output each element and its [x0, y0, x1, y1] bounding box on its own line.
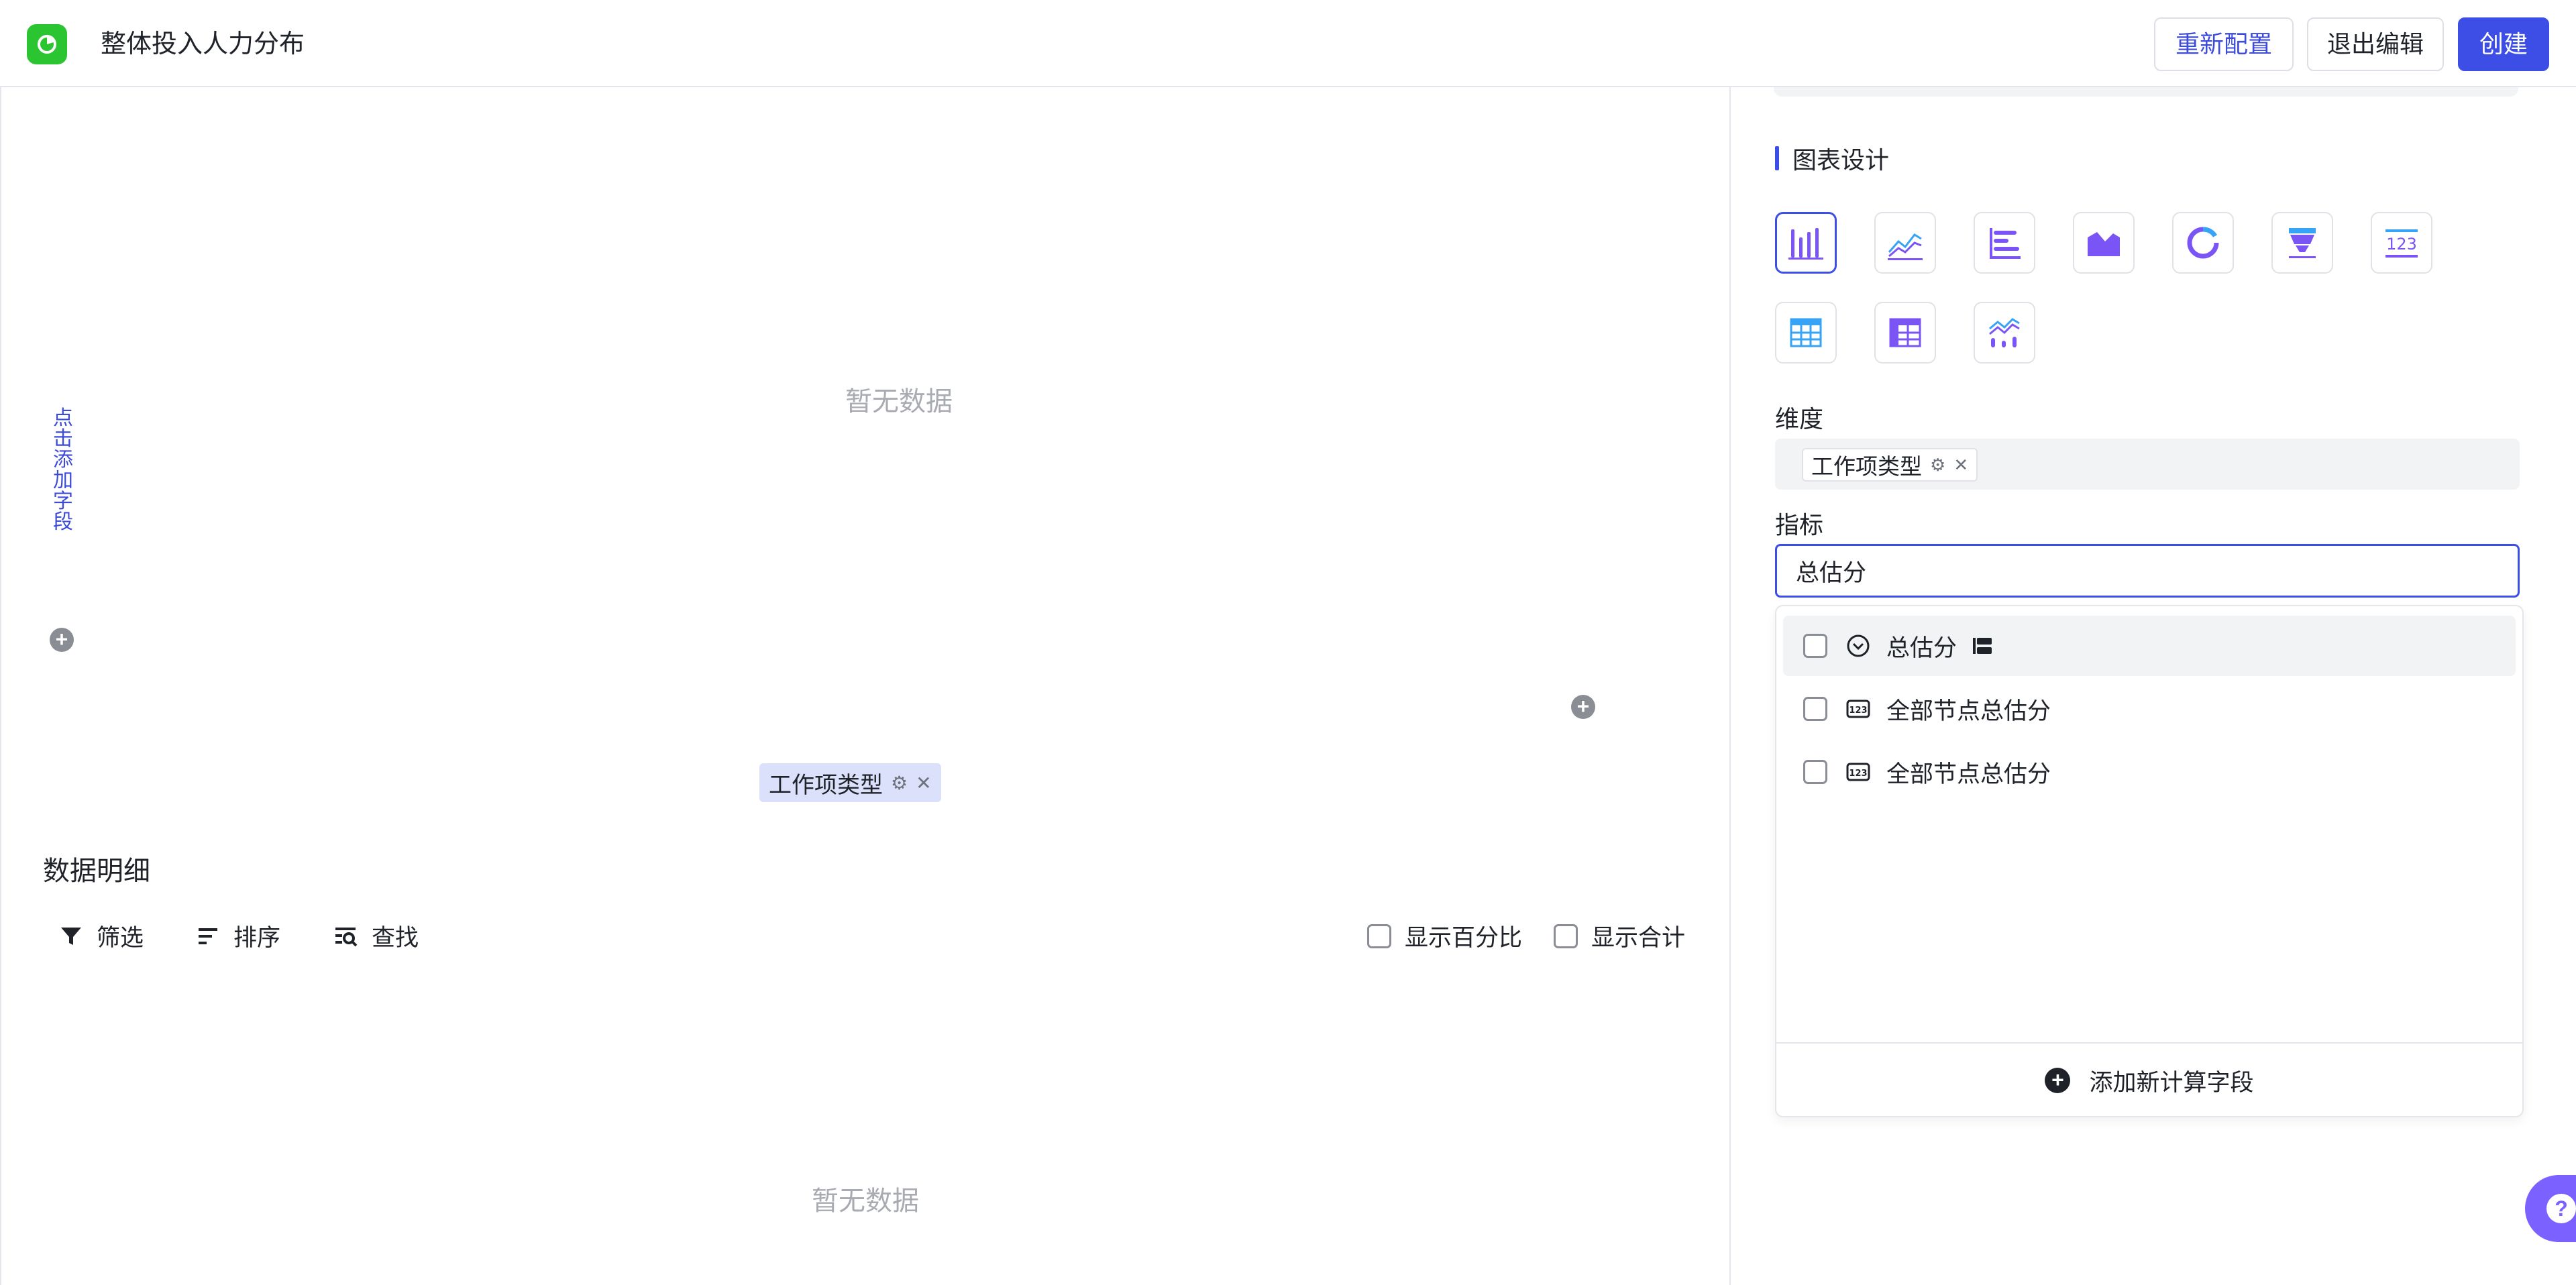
add-y-field-plus-icon[interactable]: + — [50, 628, 74, 652]
sort-button[interactable]: 排序 — [195, 919, 280, 953]
show-total-toggle[interactable]: 显示合计 — [1554, 919, 1685, 953]
bar-chart-icon[interactable] — [1775, 212, 1837, 274]
filter-button[interactable]: 筛选 — [58, 919, 144, 953]
funnel-chart-icon[interactable] — [2271, 212, 2333, 274]
line-chart-icon[interactable] — [1874, 212, 1936, 274]
option-label: 全部节点总估分 — [1886, 697, 2051, 724]
page-title: 整体投入人力分布 — [101, 30, 305, 58]
find-button[interactable]: 查找 — [333, 919, 419, 953]
metric-option[interactable]: 总估分 — [1783, 616, 2516, 676]
metric-option[interactable]: 123 全部节点总估分 — [1783, 679, 2516, 739]
group-icon — [1970, 634, 1994, 658]
option-checkbox[interactable] — [1803, 634, 1827, 658]
metric-label: 指标 — [1775, 511, 1824, 539]
dimension-dropzone[interactable]: 工作项类型 ⚙ ✕ — [1775, 439, 2520, 490]
chart-design-title: 图表设计 — [1792, 146, 1890, 174]
reconfigure-button[interactable]: 重新配置 — [2154, 17, 2294, 71]
dimension-label: 维度 — [1775, 405, 1824, 433]
select-field-icon — [1845, 632, 1872, 659]
option-label: 总估分 — [1886, 634, 1957, 661]
x-axis-field-label: 工作项类型 — [769, 772, 883, 798]
number-field-icon: 123 — [1845, 695, 1872, 722]
option-label: 全部节点总估分 — [1886, 761, 2051, 787]
chart-preview-pane: 暂无数据 点击添加字段 + 工作项类型 ⚙ ✕ + 数据明细 筛选 排序 查找 … — [0, 87, 1731, 1285]
metric-option[interactable]: 123 全部节点总估分 — [1783, 742, 2516, 802]
config-panel: 图表设计 123 维度 工作项类型 ⚙ ✕ 指标 总估分 总估分 123 全部节… — [1731, 87, 2576, 1285]
svg-text:123: 123 — [1849, 769, 1867, 779]
metric-dropdown: 总估分 123 全部节点总估分 123 全部节点总估分 + 添加新计算字段 — [1775, 605, 2524, 1117]
find-label: 查找 — [372, 925, 419, 951]
gear-icon[interactable]: ⚙ — [1930, 455, 1945, 476]
chart-design-heading: 图表设计 — [1775, 141, 1889, 176]
option-checkbox[interactable] — [1803, 697, 1827, 721]
detail-empty-text: 暂无数据 — [812, 1186, 919, 1216]
add-calculated-field-label: 添加新计算字段 — [2089, 1069, 2254, 1096]
show-total-label: 显示合计 — [1591, 925, 1686, 951]
svg-text:123: 123 — [1849, 706, 1867, 716]
show-percent-label: 显示百分比 — [1405, 925, 1523, 951]
filter-label: 筛选 — [97, 925, 144, 951]
number-field-icon: 123 — [1845, 759, 1872, 785]
pivot-table-icon[interactable] — [1874, 302, 1936, 364]
show-percent-toggle[interactable]: 显示百分比 — [1367, 919, 1522, 953]
show-percent-checkbox[interactable] — [1367, 924, 1391, 948]
area-chart-icon[interactable] — [2073, 212, 2135, 274]
option-checkbox[interactable] — [1803, 760, 1827, 784]
combo-chart-icon[interactable] — [1974, 302, 2035, 364]
top-bar: 整体投入人力分布 重新配置 退出编辑 创建 — [0, 0, 2576, 87]
sort-label: 排序 — [233, 925, 281, 951]
find-icon — [333, 923, 360, 950]
data-detail-title: 数据明细 — [43, 856, 150, 886]
filter-icon — [58, 923, 85, 950]
add-x-field-plus-icon[interactable]: + — [1571, 695, 1595, 719]
create-button[interactable]: 创建 — [2458, 17, 2549, 71]
horizontal-bar-chart-icon[interactable] — [1974, 212, 2035, 274]
top-strip — [1774, 87, 2518, 97]
x-axis-field-chip[interactable]: 工作项类型 ⚙ ✕ — [759, 763, 941, 802]
heading-accent-bar — [1775, 146, 1779, 170]
app-logo-icon — [27, 24, 67, 64]
table-icon[interactable] — [1775, 302, 1837, 364]
add-y-field-link[interactable]: 点击添加字段 — [51, 408, 75, 533]
close-icon[interactable]: ✕ — [916, 772, 931, 794]
metric-search-input[interactable] — [1775, 544, 2520, 598]
help-icon: ? — [2546, 1194, 2576, 1223]
show-total-checkbox[interactable] — [1554, 924, 1578, 948]
plus-circle-icon: + — [2045, 1068, 2071, 1093]
dimension-chip[interactable]: 工作项类型 ⚙ ✕ — [1802, 448, 1978, 482]
sort-icon — [195, 923, 221, 950]
close-icon[interactable]: ✕ — [1953, 455, 1968, 476]
dimension-chip-label: 工作项类型 — [1811, 454, 1922, 479]
exit-edit-button[interactable]: 退出编辑 — [2307, 17, 2444, 71]
donut-chart-icon[interactable] — [2172, 212, 2234, 274]
svg-text:123: 123 — [2386, 235, 2417, 254]
chart-empty-text: 暂无数据 — [845, 387, 953, 416]
add-calculated-field-button[interactable]: + 添加新计算字段 — [1776, 1042, 2522, 1117]
gear-icon[interactable]: ⚙ — [891, 772, 908, 794]
number-card-icon[interactable]: 123 — [2371, 212, 2432, 274]
